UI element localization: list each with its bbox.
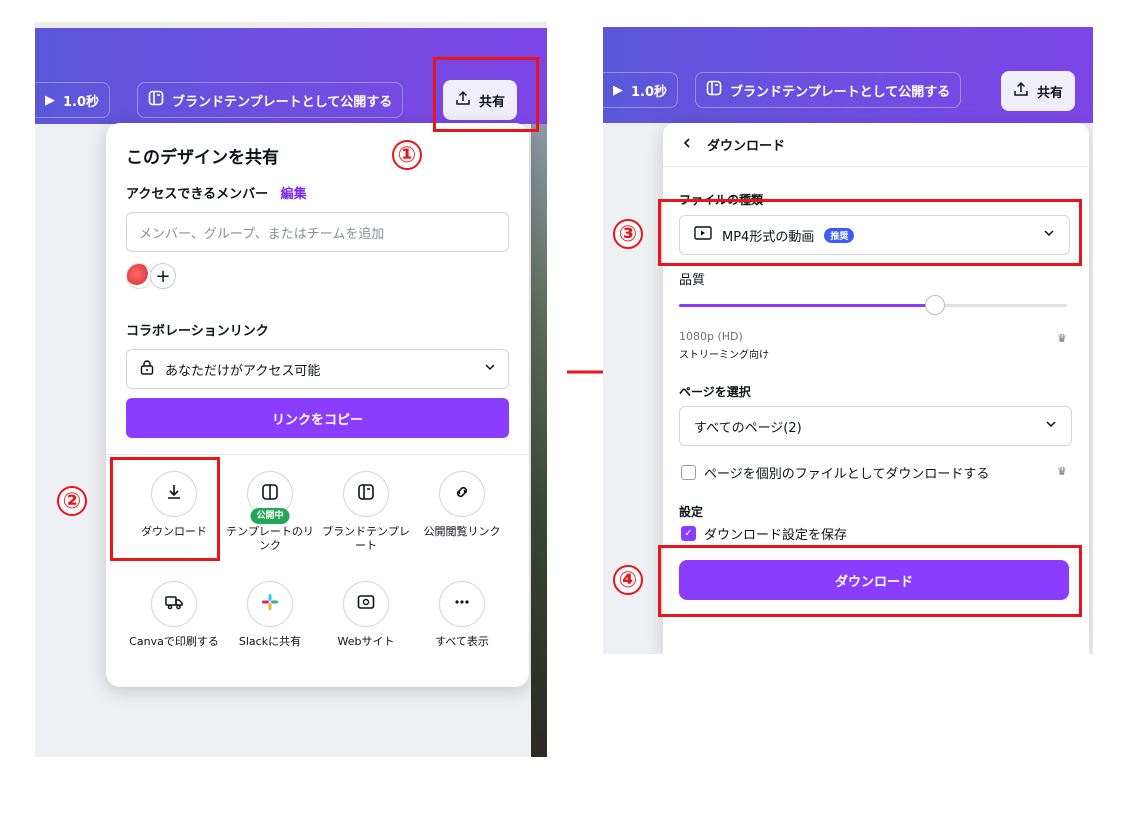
slack-circle [247, 581, 293, 627]
avatar[interactable] [126, 263, 152, 289]
publish-brand-template-button[interactable]: ブランドテンプレートとして公開する [137, 82, 404, 118]
template-circle: 公開中 [247, 471, 293, 524]
play-icon: ▶ [45, 92, 55, 108]
chevron-down-icon [1045, 418, 1057, 434]
publish-label: ブランドテンプレートとして公開する [172, 94, 393, 110]
settings-label: 設定 [679, 505, 704, 519]
chevron-down-icon [484, 361, 496, 377]
save-settings-row[interactable]: ✓ ダウンロード設定を保存 [681, 524, 847, 543]
invite-input[interactable]: メンバー、グループ、またはチームを追加 [126, 212, 509, 252]
step-2-marker: ② [57, 486, 87, 516]
quality-sub: ストリーミング向け [679, 350, 769, 361]
highlight-share-button [433, 57, 539, 132]
option-print[interactable]: Canvaで印刷する [126, 581, 222, 649]
option-label: 公開閲覧リンク [423, 525, 501, 538]
quality-slider-fill [679, 304, 936, 307]
highlight-download-option [110, 457, 220, 561]
background-photo [531, 124, 547, 757]
copy-link-button[interactable]: リンクをコピー [126, 398, 509, 438]
share-label: 共有 [1037, 85, 1064, 101]
quality-value: 1080p (HD) [679, 330, 743, 343]
download-panel-title: ダウンロード [707, 139, 786, 154]
pages-select[interactable]: すべてのページ(2) [679, 406, 1072, 446]
option-label: Slackに共有 [238, 635, 302, 648]
chevron-left-icon[interactable] [681, 137, 693, 153]
publish-label: ブランドテンプレートとして公開する [730, 84, 951, 100]
separate-files-row[interactable]: ページを個別のファイルとしてダウンロードする [681, 463, 989, 482]
timing-button[interactable]: ▶ 1.0秒 [603, 72, 679, 108]
slack-icon [260, 592, 280, 616]
publish-brand-template-button[interactable]: ブランドテンプレートとして公開する [695, 72, 962, 108]
upload-icon [1013, 81, 1029, 101]
share-panel-title: このデザインを共有 [126, 148, 279, 168]
separate-files-checkbox[interactable] [681, 465, 696, 480]
brand-template-circle [343, 471, 389, 517]
left-screenshot: ▶ 1.0秒 ブランドテンプレートとして公開する 共有 このデザインを共有 アク… [35, 22, 547, 757]
pages-label: ページを選択 [679, 385, 751, 399]
option-label: ブランドテンプレート [322, 525, 410, 552]
link-circle [439, 471, 485, 517]
option-public-link[interactable]: 公開閲覧リンク [414, 471, 510, 539]
quality-slider[interactable] [679, 295, 1067, 315]
collab-link-title: コラボレーションリンク [126, 324, 269, 339]
truck-circle [151, 581, 197, 627]
website-circle [343, 581, 389, 627]
editor-header: ▶ 1.0秒 ブランドテンプレートとして公開する 共有 [603, 27, 1093, 123]
crown-icon: ♛ [1057, 465, 1067, 478]
play-icon: ▶ [613, 82, 623, 98]
option-brand-template[interactable]: ブランドテンプレート [318, 471, 414, 553]
option-label: すべて表示 [435, 635, 489, 648]
edit-link[interactable]: 編集 [281, 187, 307, 202]
brand-template-icon [356, 482, 376, 506]
access-value: あなただけがアクセス可能 [165, 363, 321, 379]
download-panel-header: ダウンロード [663, 123, 1089, 167]
lock-icon [139, 359, 155, 379]
timing-button[interactable]: ▶ 1.0秒 [35, 82, 111, 118]
option-website[interactable]: Webサイト [318, 581, 414, 649]
quality-slider-thumb[interactable] [925, 295, 946, 315]
website-icon [356, 592, 376, 616]
copy-link-label: リンクをコピー [271, 412, 363, 428]
share-button[interactable]: 共有 [1001, 71, 1076, 111]
divider [106, 454, 529, 455]
option-show-all[interactable]: すべて表示 [414, 581, 510, 649]
option-label: Webサイト [337, 635, 395, 648]
more-circle [439, 581, 485, 627]
option-slack[interactable]: Slackに共有 [222, 581, 318, 649]
template-icon [260, 482, 280, 506]
step-4-marker: ④ [613, 565, 643, 595]
members-label: アクセスできるメンバー [126, 187, 269, 202]
members-row: アクセスできるメンバー 編集 [126, 183, 307, 202]
invite-placeholder: メンバー、グループ、またはチームを追加 [139, 226, 385, 242]
option-label: Canvaで印刷する [129, 635, 219, 648]
timing-label: 1.0秒 [631, 84, 668, 100]
crown-icon: ♛ [1057, 332, 1067, 345]
option-template-link[interactable]: 公開中 テンプレートのリンク [222, 471, 318, 553]
separate-files-label: ページを個別のファイルとしてダウンロードする [704, 467, 990, 482]
pages-value: すべてのページ(2) [694, 420, 802, 436]
highlight-download-button [658, 545, 1082, 617]
option-label: テンプレートのリンク [226, 525, 314, 552]
add-member-button[interactable]: + [150, 263, 176, 289]
brand-template-icon [706, 80, 722, 100]
save-settings-label: ダウンロード設定を保存 [704, 528, 848, 543]
step-1-marker: ① [392, 140, 422, 170]
highlight-file-type [658, 199, 1082, 266]
quality-label: 品質 [679, 273, 706, 288]
save-settings-checkbox[interactable]: ✓ [681, 526, 696, 541]
plus-icon: + [155, 265, 171, 287]
access-select[interactable]: あなただけがアクセス可能 [126, 349, 509, 389]
brand-template-icon [148, 90, 164, 110]
step-3-marker: ③ [613, 219, 643, 249]
published-badge: 公開中 [250, 508, 290, 524]
link-icon [452, 482, 472, 506]
truck-icon [164, 592, 184, 616]
share-panel: このデザインを共有 アクセスできるメンバー 編集 メンバー、グループ、またはチー… [106, 123, 529, 687]
more-icon [452, 592, 472, 616]
timing-label: 1.0秒 [63, 94, 100, 110]
